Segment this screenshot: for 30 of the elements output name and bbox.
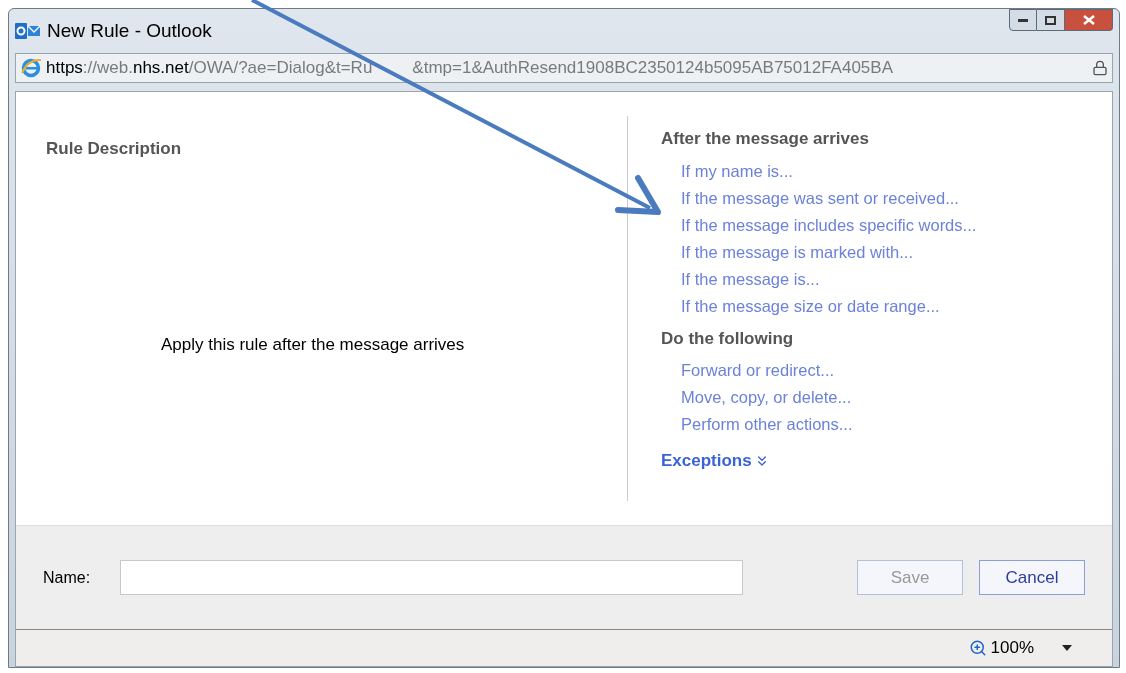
condition-link[interactable]: If the message includes specific words... <box>681 211 977 239</box>
name-label: Name: <box>43 567 91 588</box>
maximize-button[interactable] <box>1037 9 1065 31</box>
rule-description-text: Apply this rule after the message arrives <box>161 333 466 356</box>
condition-link[interactable]: If my name is... <box>681 157 977 185</box>
minimize-button[interactable] <box>1009 9 1037 31</box>
section-heading: After the message arrives <box>661 128 870 150</box>
dropdown-caret-icon[interactable] <box>1062 645 1072 651</box>
condition-link[interactable]: If the message is... <box>681 265 977 293</box>
condition-link[interactable]: If the message size or date range... <box>681 292 977 320</box>
exceptions-toggle[interactable]: Exceptions <box>661 448 977 474</box>
browser-logo-icon <box>20 57 42 79</box>
zoom-icon <box>968 639 987 657</box>
rule-description-heading: Rule Description <box>46 138 183 160</box>
cancel-button[interactable]: Cancel <box>979 560 1085 595</box>
url-text: https://web.nhs.net/OWA/?ae=Dialog&t=Ru &tmp=1&AuthResend1908BC2350124b5095AB75012FA405BA <box>46 57 893 80</box>
section-heading: Do the following <box>661 327 795 350</box>
zoom-level[interactable]: 100% <box>990 635 1034 661</box>
envelope-logo-icon <box>15 21 41 41</box>
close-button[interactable] <box>1065 9 1113 31</box>
condition-link[interactable]: Forward or redirect... <box>681 357 977 384</box>
condition-link[interactable]: If the message was sent or received... <box>681 184 977 212</box>
close-icon <box>1082 15 1095 25</box>
condition-link[interactable]: Perform other actions... <box>681 411 977 438</box>
lock-icon <box>1092 60 1108 76</box>
condition-link[interactable]: If the message is marked with... <box>681 238 977 266</box>
condition-link[interactable]: Move, copy, or delete... <box>681 384 977 411</box>
window-title: New Rule - Outlook <box>47 18 212 43</box>
name-field[interactable] <box>120 560 744 595</box>
address-bar[interactable]: https://web.nhs.net/OWA/?ae=Dialog&t=Ru &tmp=1&AuthResend1908BC2350124b5095AB75012FA405BA <box>15 53 1113 83</box>
